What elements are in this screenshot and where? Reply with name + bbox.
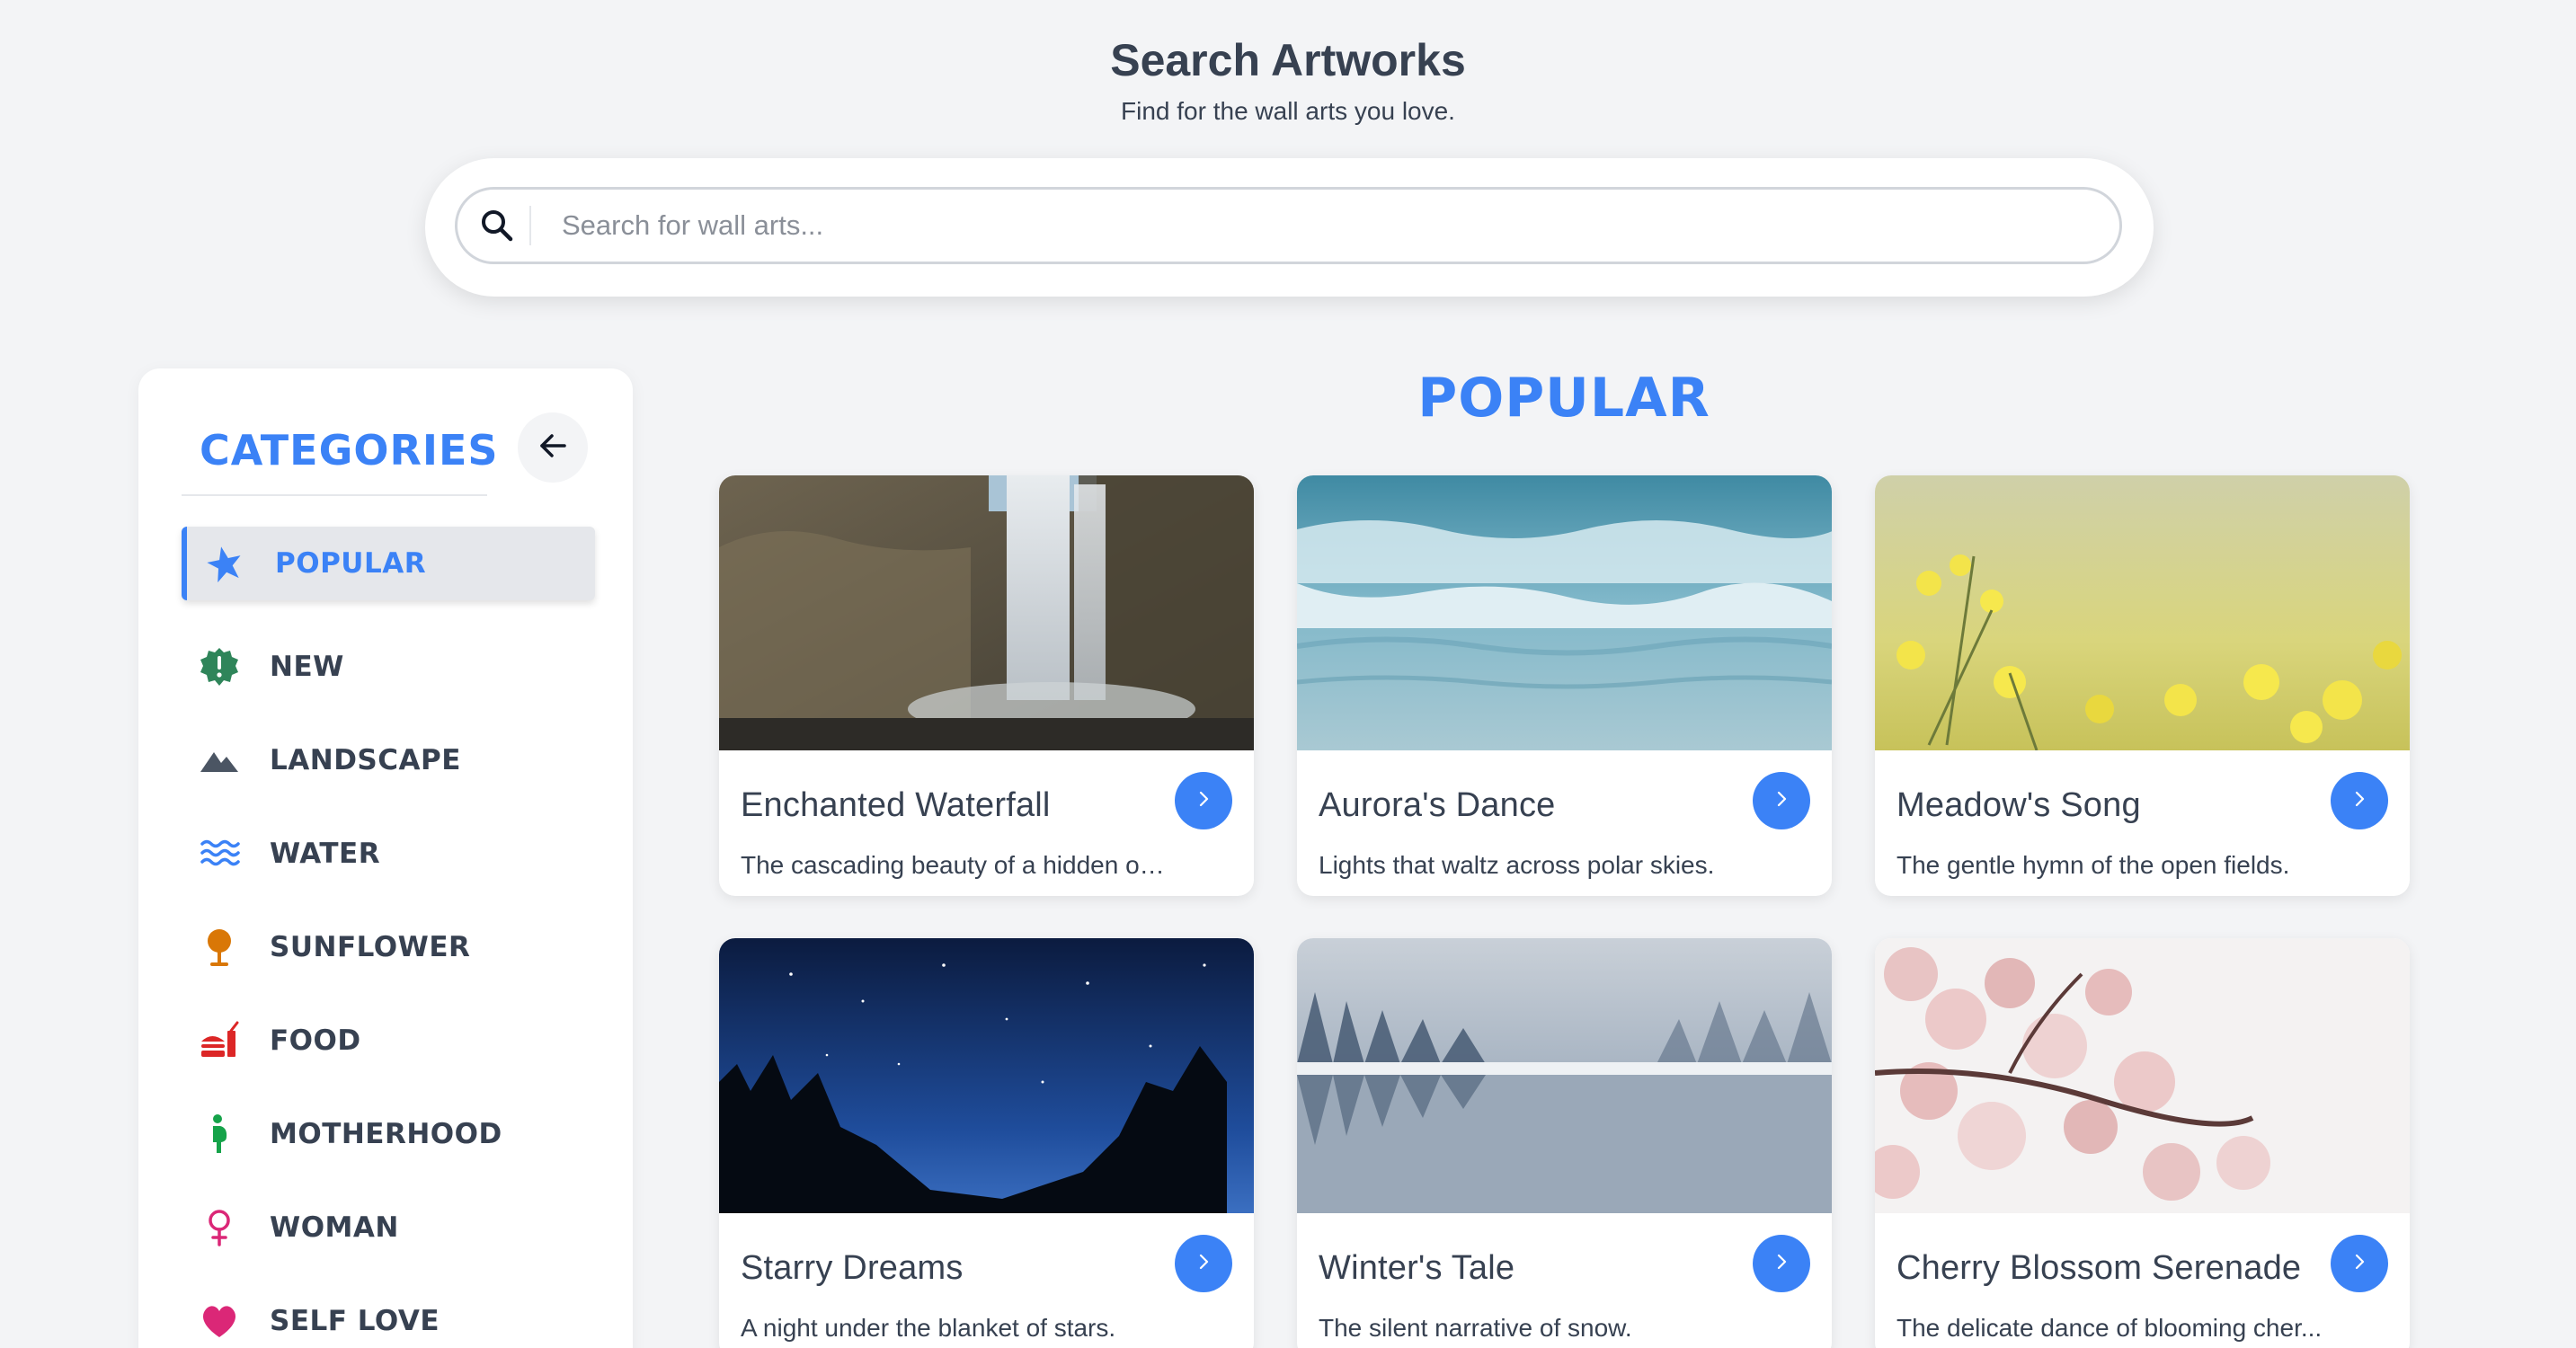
card-description: A night under the blanket of stars. <box>741 1314 1116 1342</box>
sidebar-item-label: WATER <box>270 838 381 870</box>
card-title: Enchanted Waterfall <box>741 786 1051 824</box>
venus-icon <box>198 1206 241 1249</box>
heart-icon <box>198 1299 241 1343</box>
search-box[interactable] <box>455 187 2122 264</box>
page-subtitle: Find for the wall arts you love. <box>1121 97 1455 125</box>
search-container <box>425 158 2154 297</box>
search-icon[interactable] <box>477 206 517 245</box>
card-description: The cascading beauty of a hidden oa... <box>741 851 1172 879</box>
arrow-left-icon <box>537 430 569 466</box>
sidebar-item-popular[interactable]: POPULAR <box>182 527 595 600</box>
collapse-sidebar-button[interactable] <box>518 412 588 483</box>
chevron-right-icon <box>1194 1252 1213 1276</box>
card-title: Meadow's Song <box>1896 786 2141 824</box>
sidebar-item-label: NEW <box>270 651 344 683</box>
sidebar-item-new[interactable]: NEW <box>182 620 595 714</box>
person-pregnant-icon <box>198 1113 241 1156</box>
artwork-card[interactable]: Aurora's Dance Lights that waltz across … <box>1297 475 1832 896</box>
card-description: The delicate dance of blooming cher... <box>1896 1314 2323 1342</box>
open-artwork-button[interactable] <box>1753 772 1810 829</box>
sidebar-item-landscape[interactable]: LANDSCAPE <box>182 714 595 807</box>
open-artwork-button[interactable] <box>2331 772 2388 829</box>
badge-alert-icon <box>198 645 241 688</box>
chevron-right-icon <box>1194 789 1213 813</box>
section-title: POPULAR <box>1417 367 1710 430</box>
card-title: Winter's Tale <box>1319 1249 1515 1287</box>
artwork-image[interactable] <box>1875 938 2410 1213</box>
sidebar-item-label: MOTHERHOOD <box>270 1118 502 1150</box>
page-title: Search Artworks <box>1110 35 1466 85</box>
categories-sidebar: CATEGORIES POPULAR NEW LANDSCAPE WATER S… <box>138 368 633 1348</box>
artwork-card[interactable]: Starry Dreams A night under the blanket … <box>719 938 1254 1348</box>
open-artwork-button[interactable] <box>1753 1235 1810 1292</box>
search-input[interactable] <box>562 199 2090 253</box>
open-artwork-button[interactable] <box>1175 772 1232 829</box>
artwork-image[interactable] <box>1297 475 1832 750</box>
artwork-card[interactable]: Winter's Tale The silent narrative of sn… <box>1297 938 1832 1348</box>
artwork-image[interactable] <box>719 475 1254 750</box>
sidebar-item-woman[interactable]: WOMAN <box>182 1181 595 1274</box>
sidebar-item-label: FOOD <box>270 1024 361 1057</box>
sidebar-item-label: SELF LOVE <box>270 1305 440 1337</box>
mountain-icon <box>198 739 241 782</box>
artwork-image[interactable] <box>1297 938 1832 1213</box>
card-title: Cherry Blossom Serenade <box>1896 1249 2302 1287</box>
open-artwork-button[interactable] <box>1175 1235 1232 1292</box>
page-header: Search Artworks Find for the wall arts y… <box>0 32 2576 126</box>
star-icon <box>203 542 246 585</box>
food-icon <box>198 1019 241 1062</box>
card-description: Lights that waltz across polar skies. <box>1319 851 1715 879</box>
sidebar-item-label: SUNFLOWER <box>270 931 471 963</box>
artwork-image[interactable] <box>1875 475 2410 750</box>
sidebar-item-motherhood[interactable]: MOTHERHOOD <box>182 1087 595 1181</box>
sidebar-item-water[interactable]: WATER <box>182 807 595 900</box>
chevron-right-icon <box>1772 789 1791 813</box>
chevron-right-icon <box>2349 789 2369 813</box>
artwork-card[interactable]: Cherry Blossom Serenade The delicate dan… <box>1875 938 2410 1348</box>
card-title: Starry Dreams <box>741 1249 964 1287</box>
card-title: Aurora's Dance <box>1319 786 1556 824</box>
category-list: POPULAR NEW LANDSCAPE WATER SUNFLOWER FO… <box>182 527 595 1348</box>
water-waves-icon <box>198 832 241 875</box>
artwork-card[interactable]: Meadow's Song The gentle hymn of the ope… <box>1875 475 2410 896</box>
card-description: The gentle hymn of the open fields. <box>1896 851 2290 879</box>
sidebar-item-label: POPULAR <box>275 547 427 580</box>
sidebar-item-label: LANDSCAPE <box>270 744 461 776</box>
sidebar-item-food[interactable]: FOOD <box>182 994 595 1087</box>
sidebar-item-self-love[interactable]: SELF LOVE <box>182 1274 595 1348</box>
sidebar-item-sunflower[interactable]: SUNFLOWER <box>182 900 595 994</box>
artwork-image[interactable] <box>719 938 1254 1213</box>
sunflower-icon <box>198 926 241 969</box>
open-artwork-button[interactable] <box>2331 1235 2388 1292</box>
sidebar-item-label: WOMAN <box>270 1211 399 1244</box>
chevron-right-icon <box>2349 1252 2369 1276</box>
sidebar-divider <box>182 494 487 496</box>
card-description: The silent narrative of snow. <box>1319 1314 1632 1342</box>
search-divider <box>529 206 531 245</box>
artwork-card[interactable]: Enchanted Waterfall The cascading beauty… <box>719 475 1254 896</box>
sidebar-title: CATEGORIES <box>200 426 499 474</box>
chevron-right-icon <box>1772 1252 1791 1276</box>
